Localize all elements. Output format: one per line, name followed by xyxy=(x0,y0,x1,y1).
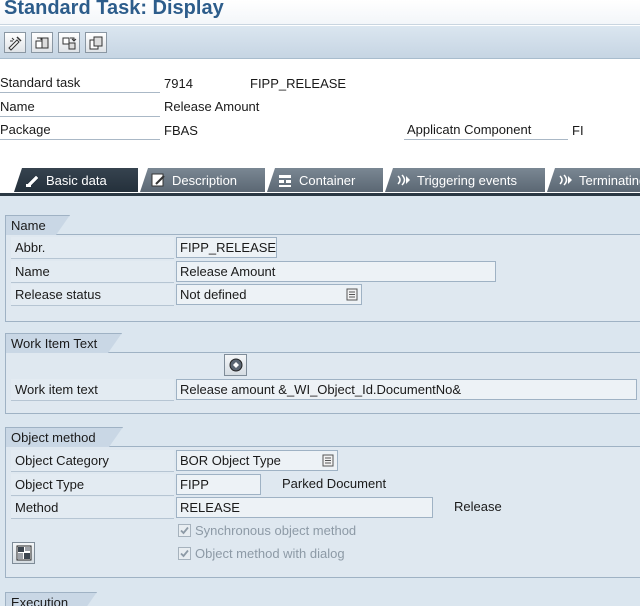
dropdown-list-icon xyxy=(346,288,358,301)
tab-description[interactable]: Description xyxy=(140,168,265,192)
object-method-with-dialog-checkbox[interactable]: Object method with dialog xyxy=(178,546,345,561)
name-field[interactable]: Release Amount xyxy=(176,261,496,282)
triggering-events-icon xyxy=(397,174,410,186)
standard-task-id: 7914 xyxy=(164,76,193,91)
insert-variable-icon xyxy=(229,358,242,372)
work-item-text-group-title: Work Item Text xyxy=(5,333,122,353)
checkbox-box xyxy=(178,547,191,560)
app-component-value: FI xyxy=(572,123,584,138)
container-icon xyxy=(279,175,291,187)
app-component-label: Applicatn Component xyxy=(404,121,568,140)
object-method-details-button[interactable] xyxy=(12,542,35,564)
execution-group-title: Execution xyxy=(5,592,97,606)
release-status-label: Release status xyxy=(11,284,174,306)
synchronous-object-method-label: Synchronous object method xyxy=(195,523,357,538)
checkbox-box xyxy=(178,524,191,537)
terminating-events-icon xyxy=(559,174,572,186)
other-object-button[interactable] xyxy=(4,32,26,53)
tab-container-label: Container xyxy=(299,172,356,188)
package-value: FBAS xyxy=(164,123,198,138)
checkmark-icon xyxy=(180,549,189,558)
transport-button[interactable] xyxy=(58,32,80,53)
checkmark-icon xyxy=(180,526,189,535)
object-category-label: Object Category xyxy=(11,450,174,472)
insert-variable-button[interactable] xyxy=(224,354,247,376)
object-category-value: BOR Object Type xyxy=(180,453,281,468)
dropdown-list-icon xyxy=(322,454,334,467)
abbr-label: Abbr. xyxy=(11,237,174,259)
tab-triggering-events-label: Triggering events xyxy=(417,172,517,188)
grid-details-icon xyxy=(16,545,31,561)
basic-data-icon xyxy=(26,175,39,188)
name-label: Name xyxy=(11,261,174,283)
standard-task-code: FIPP_RELEASE xyxy=(250,76,347,91)
object-method-with-dialog-label: Object method with dialog xyxy=(195,546,345,561)
transport-icon xyxy=(62,37,77,49)
synchronous-object-method-checkbox[interactable]: Synchronous object method xyxy=(178,523,356,538)
object-type-field[interactable]: FIPP xyxy=(176,474,261,495)
tab-terminating-events[interactable]: Terminating events xyxy=(547,168,640,192)
release-status-value: Not defined xyxy=(180,287,247,302)
abbr-field[interactable]: FIPP_RELEASE xyxy=(176,237,277,258)
method-description: Release xyxy=(454,499,502,514)
work-item-text-field[interactable]: Release amount &_WI_Object_Id.DocumentNo… xyxy=(176,379,637,400)
object-category-dropdown[interactable]: BOR Object Type xyxy=(176,450,338,471)
release-status-dropdown[interactable]: Not defined xyxy=(176,284,362,305)
standard-task-label: Standard task xyxy=(0,74,160,93)
header-name-label: Name xyxy=(0,98,160,117)
tab-basic-data[interactable]: Basic data xyxy=(14,168,138,192)
work-item-text-label: Work item text xyxy=(11,379,174,401)
title-bar: Standard Task: Display xyxy=(0,0,640,25)
header-name-value: Release Amount xyxy=(164,99,260,114)
where-used-icon xyxy=(35,37,49,48)
application-toolbar xyxy=(0,26,640,59)
description-icon xyxy=(151,173,165,187)
tab-terminating-events-label: Terminating events xyxy=(579,172,640,188)
object-method-group-title: Object method xyxy=(5,427,123,447)
other-object-icon xyxy=(8,35,22,51)
where-used-button[interactable] xyxy=(31,32,53,53)
object-type-description: Parked Document xyxy=(282,476,387,491)
tab-basic-data-label: Basic data xyxy=(46,172,107,188)
copy-icon xyxy=(89,36,103,49)
object-type-label: Object Type xyxy=(11,474,174,496)
method-field[interactable]: RELEASE xyxy=(176,497,433,518)
tab-triggering-events[interactable]: Triggering events xyxy=(385,168,545,192)
copy-button[interactable] xyxy=(85,32,107,53)
page-title: Standard Task: Display xyxy=(4,0,224,19)
method-label: Method xyxy=(11,497,174,519)
tab-description-label: Description xyxy=(172,172,238,188)
package-label: Package xyxy=(0,121,160,140)
tab-container[interactable]: Container xyxy=(267,168,383,192)
